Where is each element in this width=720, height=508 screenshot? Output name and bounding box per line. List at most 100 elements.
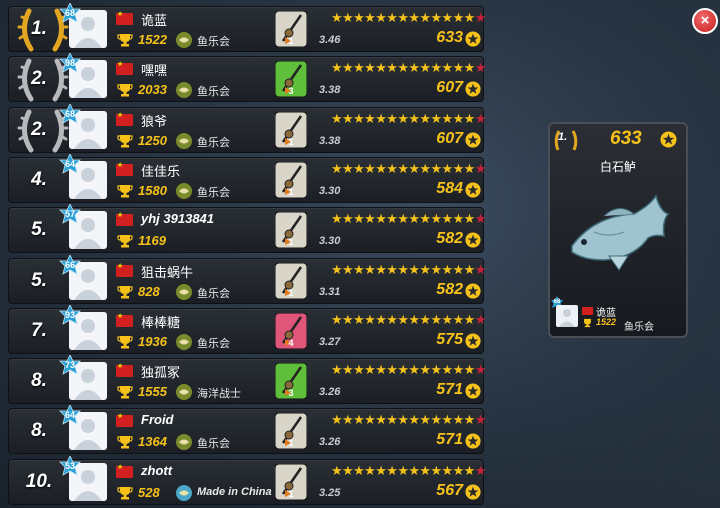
trophy-icon: [117, 84, 133, 97]
player-score: 1936: [138, 333, 167, 349]
weight-ratio: 3.26: [319, 436, 341, 449]
player-name[interactable]: Froid: [141, 412, 174, 427]
player-name[interactable]: 诡蓝: [141, 10, 167, 29]
leaderboard-row[interactable]: 1. 68 诡蓝 1522 鱼乐会: [8, 3, 486, 52]
trophy-icon: [117, 134, 133, 148]
china-flag-icon: [116, 111, 133, 126]
rank-number: 7.: [31, 319, 47, 341]
trophy-icon: [117, 184, 133, 198]
points-value: 607: [436, 79, 463, 97]
fish-name: 白石鲈: [599, 160, 636, 174]
level-number: 64: [64, 158, 75, 169]
rod-tier: 4: [288, 337, 294, 348]
points-value: 571: [436, 431, 463, 449]
trophy-icon: [117, 34, 133, 47]
weight-ratio: 3.30: [319, 235, 341, 248]
level-badge: 68: [59, 103, 81, 126]
card-rank: 1.: [558, 131, 568, 143]
leaderboard-row[interactable]: 8. 73 独孤冢 1555 海洋战士: [8, 355, 486, 405]
level-number: 98: [64, 58, 75, 69]
china-flag-icon: [116, 412, 133, 428]
leaderboard-row[interactable]: 8. 64 Froid 1364 鱼乐会: [8, 405, 486, 455]
leaderboard-row[interactable]: 2. 98 嘿嘿 2033 鱼乐会: [8, 53, 486, 103]
rod-tier: 1: [288, 438, 294, 449]
star-rating: ★★★★★★★★★★★★★★: [331, 160, 486, 176]
player-name[interactable]: yhj 3913841: [141, 211, 214, 226]
leaderboard-row[interactable]: 5. 66 狙击蜗牛 828 鱼乐会: [8, 254, 486, 304]
close-button[interactable]: ×: [692, 8, 718, 34]
star-rating: ★★★★★★★★★★★★★★: [331, 362, 486, 378]
china-flag-icon: [116, 10, 133, 25]
player-score: 1169: [138, 233, 166, 249]
rank-number: 10.: [25, 470, 53, 492]
star-rating: ★★★★★★★★★★★★★★: [331, 110, 486, 126]
leaderboard-row[interactable]: 2. 68 狼爷 1250 鱼乐会: [8, 103, 486, 153]
player-name[interactable]: zhott: [141, 463, 172, 478]
leaderboard-row[interactable]: 7. 93 棒棒糖 1936 鱼乐会: [8, 304, 486, 354]
player-name[interactable]: 佳佳乐: [141, 161, 180, 180]
points-star-icon: [465, 132, 481, 148]
china-flag-icon: [116, 211, 133, 227]
trophy-icon: [117, 335, 133, 349]
weight-ratio: 3.31: [319, 285, 341, 298]
weight-ratio: 3.27: [319, 335, 341, 348]
level-number: 66: [64, 259, 75, 270]
points-value: 575: [436, 330, 463, 348]
rod-tier: 1: [288, 287, 294, 298]
china-flag-icon: [582, 307, 593, 315]
leaderboard-row[interactable]: 4. 64 佳佳乐 1580 鱼乐会: [8, 153, 486, 203]
star-rating: ★★★★★★★★★★★★★★: [331, 60, 486, 76]
player-name[interactable]: 狙击蜗牛: [141, 262, 193, 281]
trophy-icon: [117, 386, 133, 399]
level-number: 64: [64, 410, 75, 421]
points-star-icon: [465, 31, 481, 47]
club-name: Made in China: [197, 485, 272, 498]
player-score: 2033: [138, 82, 167, 98]
leaderboard-row[interactable]: 10. 53 zhott 528 Made in China: [8, 455, 486, 505]
fish-club-icon: [175, 81, 193, 100]
rank-number: 2.: [31, 118, 47, 140]
points-star-icon: [465, 484, 481, 500]
points-star-icon: [465, 383, 481, 399]
points-star-icon: [465, 81, 481, 97]
club-name: 鱼乐会: [197, 136, 230, 149]
points-value: 571: [436, 381, 463, 399]
star-rating: ★★★★★★★★★★★★★★: [331, 462, 486, 478]
level-number: 73: [64, 360, 75, 371]
trophy-icon: [117, 436, 133, 449]
fish-club-icon: [175, 131, 193, 150]
fish-club-icon: [175, 433, 193, 452]
avatar: [556, 305, 578, 327]
rank-number: 5.: [31, 219, 47, 241]
club-name: 鱼乐会: [197, 287, 230, 300]
fish-club-icon: [175, 282, 193, 301]
level-number: 68: [64, 8, 75, 18]
trophy-icon: [117, 285, 133, 298]
points-star-icon: [465, 232, 481, 248]
weight-ratio: 3.30: [319, 184, 341, 197]
player-name[interactable]: 嘿嘿: [141, 60, 167, 79]
points-star-icon: [660, 131, 677, 148]
player-name[interactable]: 狼爷: [141, 111, 167, 130]
points-value: 584: [436, 179, 463, 197]
level-number: 68: [64, 108, 75, 119]
weight-ratio: 3.38: [319, 134, 341, 147]
player-name[interactable]: 独孤冢: [141, 362, 180, 381]
weight-ratio: 3.25: [319, 486, 341, 499]
weight-ratio: 3.46: [319, 34, 341, 46]
player-score: 1555: [138, 384, 167, 400]
player-score: 528: [138, 484, 160, 500]
trophy-icon: [117, 235, 133, 248]
player-name[interactable]: 棒棒糖: [141, 312, 180, 331]
china-flag-icon: [116, 362, 133, 378]
catch-detail-card[interactable]: 1. 633 白石鲈 68 诡蓝 1522 鱼乐会: [548, 122, 688, 338]
player-score: 1250: [138, 132, 167, 148]
points-value: 582: [436, 230, 463, 248]
rod-tier: 1: [288, 186, 294, 197]
rod-tier: 1: [288, 36, 294, 46]
club-name: 海洋战士: [197, 388, 241, 401]
level-badge: 68: [59, 3, 81, 25]
star-rating: ★★★★★★★★★★★★★★: [331, 261, 486, 277]
leaderboard-row[interactable]: 5. 57 yhj 3913841 1169 1: [8, 204, 486, 254]
weight-ratio: 3.38: [319, 84, 341, 97]
